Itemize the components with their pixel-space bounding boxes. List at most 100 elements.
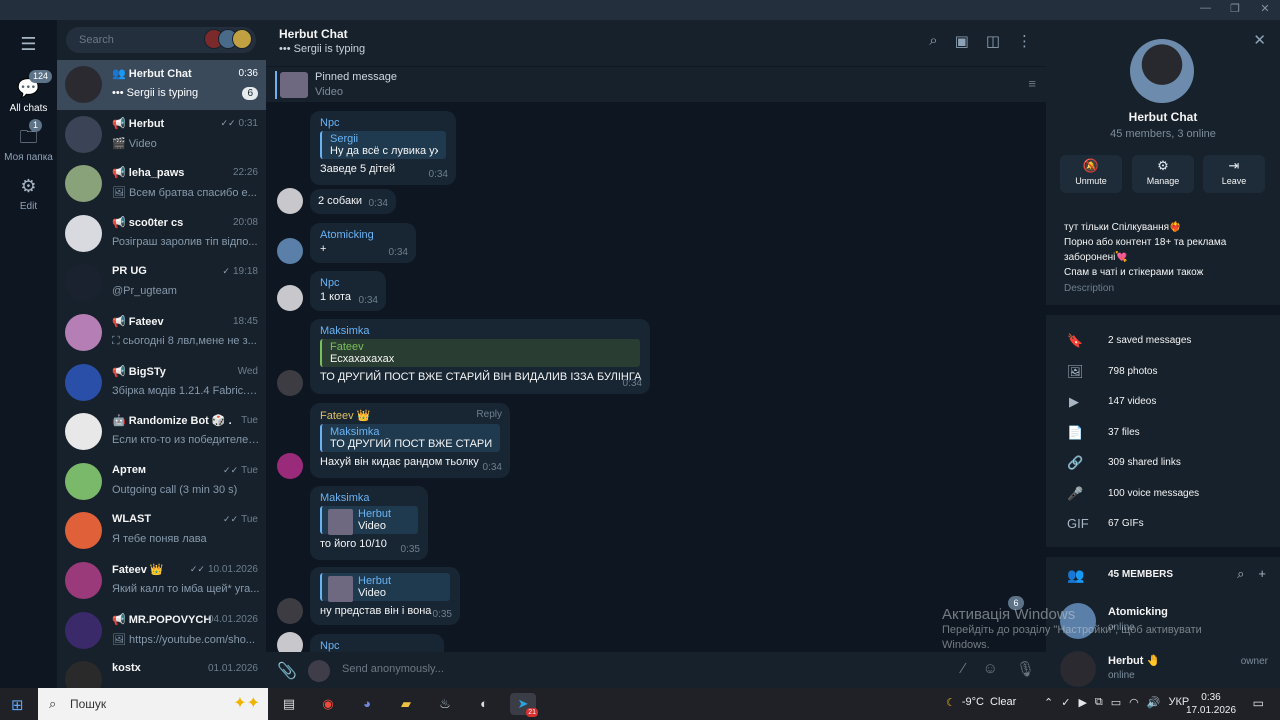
emoji-icon[interactable]: ☺ xyxy=(983,660,998,678)
folder-rail: ☰ 💬 124 All chats 🗀 1 Моя папка ⚙ Edit xyxy=(0,20,57,688)
steam-icon[interactable]: ♨ xyxy=(432,693,458,715)
sender-avatar[interactable] xyxy=(277,285,303,311)
attach-icon[interactable]: 📎 xyxy=(277,661,297,681)
reply-button[interactable]: Reply xyxy=(476,409,502,420)
pinned-list-icon[interactable]: ≡ xyxy=(1028,76,1036,91)
pinned-message-bar[interactable]: Pinned message Video ≡ xyxy=(266,66,1046,102)
divider xyxy=(1046,305,1280,315)
search-icon[interactable]: ⌕ xyxy=(1237,566,1244,582)
reply-quote[interactable]: Maksimka ТО ДРУГИЙ ПОСТ ВЖЕ СТАРИЙ В... xyxy=(320,424,500,452)
volume-icon[interactable]: 🔊 xyxy=(1147,696,1161,709)
message-bubble[interactable]: Fateev 👑 Reply Maksimka ТО ДРУГИЙ ПОСТ В… xyxy=(310,403,510,478)
close-icon[interactable]: ✕ xyxy=(1253,31,1266,49)
media-count-label: 147 videos xyxy=(1108,396,1157,407)
message-text: Заведе 5 дітей xyxy=(320,163,396,175)
tray-chevron-icon[interactable]: ⌃ xyxy=(1044,696,1053,709)
file-explorer-icon[interactable]: ▰ xyxy=(393,693,419,715)
shared-media-row[interactable]: 🔗 309 shared links xyxy=(1046,448,1280,478)
minimize-button[interactable]: — xyxy=(1200,2,1211,15)
discord-icon[interactable]: ◕ xyxy=(354,693,380,715)
avatar xyxy=(65,165,102,203)
message-bubble[interactable]: Npc 1 кота 0:34 xyxy=(310,271,386,311)
message-input[interactable]: Send anonymously... xyxy=(342,663,444,675)
wifi-icon[interactable]: ◠ xyxy=(1129,696,1139,709)
chat-list-item[interactable]: 📢 sco0ter cs 20:08 Розіграш заролив тіп ві… xyxy=(57,209,266,259)
leave-button[interactable]: ⇥ Leave xyxy=(1203,155,1265,193)
main-menu-button[interactable]: ☰ xyxy=(0,32,57,59)
manage-button[interactable]: ⚙ Manage xyxy=(1132,155,1194,193)
chat-list-item[interactable]: 📢 MR.POPOVYCH 04.01.2026 🖼 https://youtube… xyxy=(57,606,266,656)
unread-badge: 124 xyxy=(29,70,53,83)
chat-list-item[interactable]: PR UG ✓ 19:18 @Pr_ugteam xyxy=(57,258,266,308)
chat-list-item[interactable]: 🤖 Randomize Bot 🎲 ... Tue Если кто-то из п… xyxy=(57,407,266,457)
chrome-icon[interactable]: ◉ xyxy=(315,693,341,715)
message-bubble[interactable]: Maksimka Fateev Есхахахахах ТО ДРУГИЙ ПО… xyxy=(310,319,650,394)
folder-all-chats[interactable]: 💬 124 All chats xyxy=(0,70,57,114)
message-composer: 📎 Send anonymously... ⁄ ☺ 🎙 xyxy=(266,652,1046,688)
shared-media-row[interactable]: GIF 67 GIFs xyxy=(1046,509,1280,539)
message-bubble[interactable]: Herbut Video ну представ він і вона 0:35 xyxy=(310,567,460,625)
telegram-icon[interactable]: ➤ 21 xyxy=(510,693,538,717)
chat-list-item[interactable]: kostx 01.01.2026 xyxy=(57,655,266,688)
tray-app-icon[interactable]: ⧉ xyxy=(1095,696,1103,709)
message-bubble[interactable]: Npc Sergii Ну да всё с лувика ух... Заве… xyxy=(310,111,456,185)
send-as-avatar[interactable] xyxy=(308,660,330,682)
shared-media-row[interactable]: 📄 37 files xyxy=(1046,418,1280,448)
tray-app-icon[interactable]: ✓ xyxy=(1061,696,1070,709)
windows-start-icon[interactable]: ⊞ xyxy=(11,696,24,714)
close-window-button[interactable]: ✕ xyxy=(1260,2,1270,15)
app-icon[interactable]: ◐ xyxy=(471,693,497,715)
chat-list-item[interactable]: Fateev 👑 ✓✓ 10.01.2026 Який калл то імба ще… xyxy=(57,556,266,606)
chat-list-item[interactable]: WLAST ✓✓ Tue Я тебе поняв лава xyxy=(57,506,266,556)
clock[interactable]: 0:36 17.01.2026 xyxy=(1186,691,1236,717)
group-avatar[interactable] xyxy=(1130,39,1194,103)
taskbar-search[interactable]: ⌕ Пошук ✦✦ xyxy=(38,688,268,720)
message-bubble[interactable]: 2 собаки 0:34 xyxy=(310,189,396,214)
more-icon[interactable]: ⋮ xyxy=(1017,32,1032,50)
sender-avatar[interactable] xyxy=(277,598,303,624)
commands-icon[interactable]: ⁄ xyxy=(962,660,965,678)
chat-list-item[interactable]: 📢 leha_paws 22:26 🖼 Всем братва спасибо е.… xyxy=(57,159,266,209)
add-member-icon[interactable]: + xyxy=(1258,566,1266,582)
search-icon[interactable]: ⌕ xyxy=(929,32,937,50)
video-chat-icon[interactable]: ▣ xyxy=(955,32,969,50)
sender-avatar[interactable] xyxy=(277,453,303,479)
edit-folders-button[interactable]: ⚙ Edit xyxy=(0,174,57,212)
chat-list-item[interactable]: 👥 Herbut Chat 0:36 ••• Sergii is typing 6 xyxy=(57,60,266,110)
chat-list-item[interactable]: 📢 Herbut ✓✓ 0:31 🎬 Video xyxy=(57,110,266,160)
message-sender: Maksimka xyxy=(320,325,370,337)
notifications-icon[interactable]: ▭ xyxy=(1253,696,1264,710)
stories-avatars[interactable] xyxy=(204,29,252,49)
shared-media-row[interactable]: 🎤 100 voice messages xyxy=(1046,479,1280,509)
chat-list-item[interactable]: Артем ✓✓ Tue Outgoing call (3 min 30 s) xyxy=(57,457,266,507)
shared-media-row[interactable]: 🖼 798 photos xyxy=(1046,357,1280,387)
chat-preview: Я тебе поняв лава xyxy=(112,533,207,546)
task-view-icon[interactable]: ▤ xyxy=(276,693,302,715)
reply-quote[interactable]: Fateev Есхахахахах xyxy=(320,339,640,367)
shared-media-row[interactable]: ▶ 147 videos xyxy=(1046,387,1280,417)
folder-my-folder[interactable]: 🗀 1 Моя папка xyxy=(0,119,57,163)
weather-widget[interactable]: ☾ -9°C Clear xyxy=(946,696,1016,709)
tray-app-icon[interactable]: ▶ xyxy=(1078,696,1086,709)
message-bubble[interactable]: Atomicking + 0:34 xyxy=(310,223,416,263)
message-time: 0:34 xyxy=(428,169,448,180)
message-bubble[interactable]: Maksimka Herbut Video то його 10/10 0:35 xyxy=(310,486,428,560)
sender-avatar[interactable] xyxy=(277,238,303,264)
chat-header[interactable]: Herbut Chat ••• Sergii is typing ⌕ ▣ ◫ ⋮ xyxy=(266,20,1046,66)
reply-quote[interactable]: Herbut Video xyxy=(320,573,450,602)
reply-quote[interactable]: Sergii Ну да всё с лувика ух... xyxy=(320,131,446,159)
shared-media-row[interactable]: 🔖 2 saved messages xyxy=(1046,326,1280,356)
chat-list-item[interactable]: 📢 Fateev 18:45 ⛶ сьогодні 8 лвл,мене не з.… xyxy=(57,308,266,358)
search-input[interactable]: Search xyxy=(66,27,256,53)
group-title: Herbut Chat xyxy=(1128,110,1198,124)
sidebar-toggle-icon[interactable]: ◫ xyxy=(986,32,1000,50)
unmute-button[interactable]: 🔕 Unmute xyxy=(1060,155,1122,193)
microphone-icon[interactable]: 🎙 xyxy=(1016,660,1035,678)
tray-app-icon[interactable]: ▭ xyxy=(1111,696,1121,709)
sender-avatar[interactable] xyxy=(277,188,303,214)
chat-info-panel: ✕ Herbut Chat 45 members, 3 online 🔕 Unm… xyxy=(1046,20,1280,688)
chat-list-item[interactable]: 📢 BigSTy Wed Збірка модів 1.21.4 Fabric.ra… xyxy=(57,358,266,408)
reply-quote[interactable]: Herbut Video xyxy=(320,506,418,535)
sender-avatar[interactable] xyxy=(277,370,303,396)
maximize-button[interactable]: ❐ xyxy=(1230,2,1240,15)
